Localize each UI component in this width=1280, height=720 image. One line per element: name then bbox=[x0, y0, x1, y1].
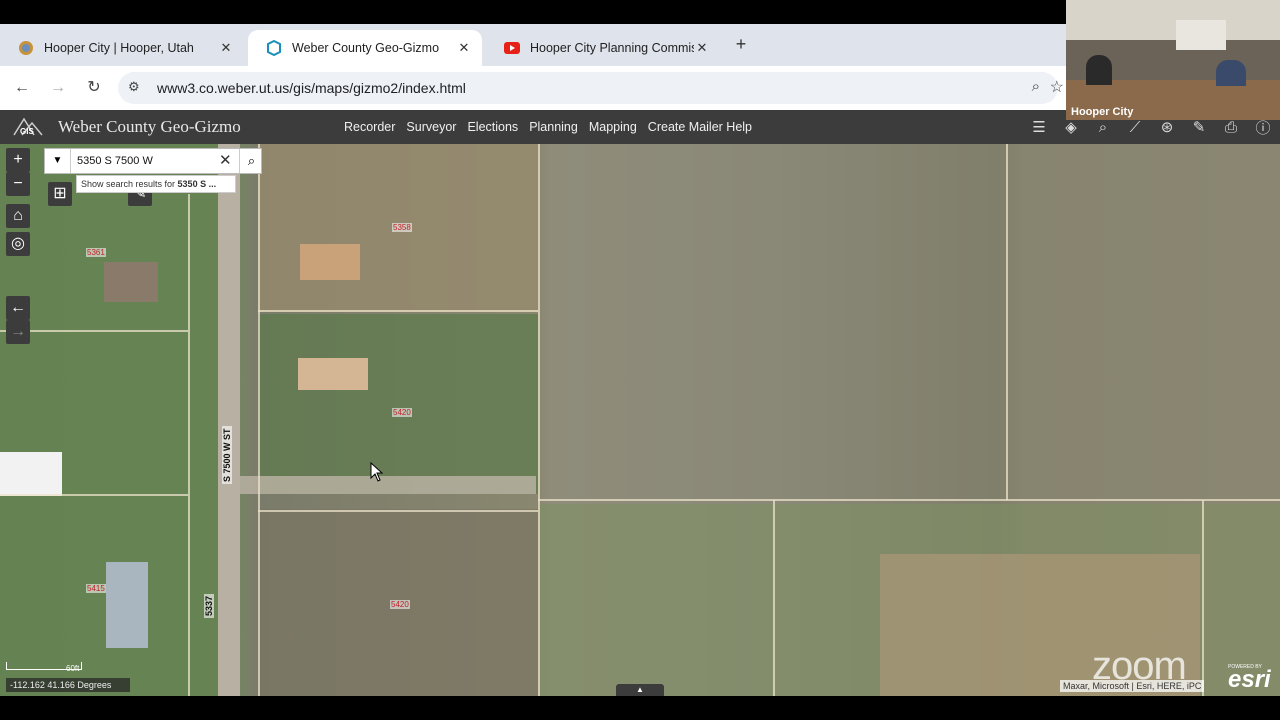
imagery-lot-mid bbox=[258, 314, 538, 494]
coordinate-readout: -112.162 41.166 Degrees bbox=[6, 678, 130, 692]
menu-surveyor[interactable]: Surveyor bbox=[406, 120, 456, 134]
list-icon[interactable]: ☰ bbox=[1028, 116, 1050, 138]
zoom-in-button[interactable]: + bbox=[6, 148, 30, 172]
url-field[interactable]: ⚙ www3.co.weber.ut.us/gis/maps/gizmo2/in… bbox=[118, 72, 1064, 104]
tab-geo-gizmo[interactable]: Weber County Geo-Gizmo ✕ bbox=[248, 30, 482, 66]
address-bar: ← → ↻ ⚙ www3.co.weber.ut.us/gis/maps/giz… bbox=[0, 66, 1066, 110]
home-icon[interactable]: ⌂ bbox=[6, 204, 30, 228]
building-roof bbox=[106, 562, 148, 648]
parcel-label[interactable]: 5358 bbox=[392, 223, 412, 232]
screen: Hooper City | Hooper, Utah ✕ Weber Count… bbox=[0, 0, 1280, 720]
close-icon[interactable]: ✕ bbox=[218, 40, 234, 56]
browser-tab-bar: Hooper City | Hooper, Utah ✕ Weber Count… bbox=[0, 24, 1066, 66]
parcel-line bbox=[538, 499, 1280, 501]
search-button[interactable]: ⌕ bbox=[239, 149, 263, 173]
building-roof bbox=[0, 452, 62, 496]
geo-gizmo-icon bbox=[266, 40, 282, 56]
menu-mapping[interactable]: Mapping bbox=[589, 120, 637, 134]
app-title: Weber County Geo-Gizmo bbox=[58, 117, 241, 136]
back-arrow-icon[interactable]: ← bbox=[10, 76, 34, 100]
parcel-line bbox=[258, 510, 538, 512]
bookmark-star-icon[interactable]: ☆ bbox=[1050, 77, 1064, 97]
map-attribution: Maxar, Microsoft | Esri, HERE, iPC bbox=[1060, 680, 1205, 692]
youtube-icon bbox=[504, 40, 520, 56]
parcel-line bbox=[258, 144, 260, 696]
scale-label: 60ft bbox=[66, 664, 80, 673]
mouse-cursor-icon bbox=[370, 461, 384, 487]
chevron-down-icon[interactable]: ▼ bbox=[45, 149, 71, 173]
zoom-out-button[interactable]: − bbox=[6, 172, 30, 196]
room-wall bbox=[1066, 0, 1280, 40]
menu-recorder[interactable]: Recorder bbox=[344, 120, 395, 134]
building-roof bbox=[298, 358, 368, 390]
participant-label: Hooper City bbox=[1071, 106, 1134, 118]
menu-planning[interactable]: Planning bbox=[529, 120, 578, 134]
zoom-participant-video: Hooper City bbox=[1066, 0, 1280, 120]
building-roof bbox=[300, 244, 360, 280]
tab-youtube[interactable]: Hooper City Planning Commiss ✕ bbox=[486, 30, 720, 66]
room-window bbox=[1176, 20, 1226, 50]
close-icon[interactable]: ✕ bbox=[694, 40, 710, 56]
parcel-line bbox=[1006, 144, 1008, 500]
forward-arrow-icon[interactable]: → bbox=[46, 76, 70, 100]
parcel-line bbox=[188, 194, 190, 696]
map-view[interactable]: 5358 5361 5420 5415 5420 S 7500 W ST 533… bbox=[0, 144, 1280, 696]
person bbox=[1216, 60, 1246, 86]
road-7500-w bbox=[218, 144, 240, 696]
gis-logo-icon: GIS bbox=[12, 115, 44, 139]
locate-icon[interactable]: ◎ bbox=[6, 232, 30, 256]
driveway bbox=[240, 476, 536, 494]
address-search: ▼ ✕ ⌕ bbox=[44, 148, 262, 174]
search-suggestion[interactable]: Show search results for 5350 S ... bbox=[76, 175, 236, 193]
parcel-line bbox=[538, 144, 540, 696]
building-roof bbox=[104, 262, 158, 302]
parcel-label[interactable]: 5361 bbox=[86, 248, 106, 257]
parcel-line bbox=[258, 310, 538, 312]
prev-extent-icon[interactable]: ← bbox=[6, 296, 30, 320]
city-seal-icon bbox=[18, 40, 34, 56]
tab-hooper-city[interactable]: Hooper City | Hooper, Utah ✕ bbox=[0, 30, 244, 66]
parcel-label[interactable]: 5420 bbox=[392, 408, 412, 417]
menu-create-mailer-help[interactable]: Create Mailer Help bbox=[648, 120, 752, 134]
parcel-line bbox=[0, 494, 188, 496]
site-info-icon[interactable]: ⚙ bbox=[128, 79, 146, 97]
chevron-up-icon[interactable]: ▲ bbox=[616, 684, 664, 696]
next-extent-icon[interactable]: → bbox=[6, 320, 30, 344]
person bbox=[1086, 55, 1112, 85]
grid-icon[interactable]: ⊞ bbox=[48, 182, 72, 206]
new-tab-icon[interactable]: + bbox=[731, 34, 751, 54]
parcel-label[interactable]: 5415 bbox=[86, 584, 106, 593]
menu-elections[interactable]: Elections bbox=[467, 120, 518, 134]
esri-logo: esri bbox=[1228, 666, 1271, 693]
clear-icon[interactable]: ✕ bbox=[219, 151, 232, 169]
parcel-line bbox=[1202, 500, 1204, 696]
reload-icon[interactable]: ↻ bbox=[82, 76, 106, 100]
main-menu: Recorder Surveyor Elections Planning Map… bbox=[344, 110, 752, 144]
parcel-line bbox=[773, 500, 775, 696]
road-label: S 7500 W ST bbox=[222, 426, 232, 484]
parcel-label[interactable]: 5420 bbox=[390, 600, 410, 609]
close-icon[interactable]: ✕ bbox=[456, 40, 472, 56]
zoom-icon[interactable]: ⌕ bbox=[1032, 78, 1040, 95]
road-label: 5337 bbox=[204, 593, 214, 618]
search-input[interactable] bbox=[77, 153, 217, 169]
